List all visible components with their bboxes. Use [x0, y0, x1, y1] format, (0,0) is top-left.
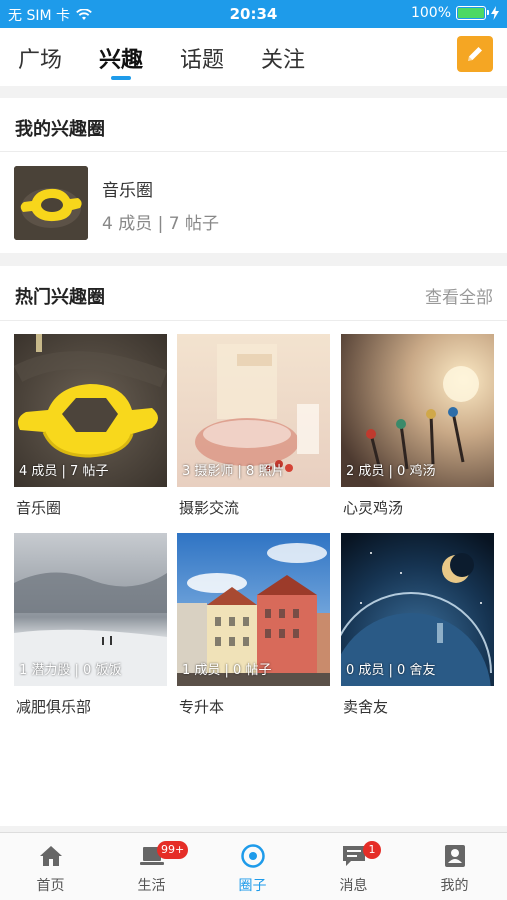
bottom-tab-bar: 首页 99+ 生活 圈子 1 消息 我的 — [0, 832, 507, 900]
profile-icon — [445, 845, 465, 867]
divider — [0, 320, 507, 321]
battery-icon — [456, 6, 489, 20]
compose-button[interactable] — [457, 36, 493, 72]
bottom-tab-label: 圈子 — [238, 878, 267, 894]
card-stats: 4 成员 | 7 帖子 — [19, 464, 109, 479]
card-stats: 3 摄影师 | 8 照片 — [182, 464, 285, 479]
my-circle-stats: 4 成员 | 7 帖子 — [102, 214, 219, 234]
charging-icon — [491, 6, 499, 20]
card-name: 音乐圈 — [16, 499, 62, 517]
bottom-tab-circles[interactable]: 圈子 — [202, 833, 303, 900]
card-name: 卖舍友 — [343, 698, 389, 716]
bottom-tab-label: 我的 — [440, 878, 469, 894]
hot-circles-title: 热门兴趣圈 — [15, 287, 105, 308]
tab-square[interactable]: 广场 — [18, 42, 62, 74]
bottom-tab-messages[interactable]: 1 消息 — [303, 833, 404, 900]
music-circle-image — [14, 166, 88, 240]
card-stats: 1 成员 | 0 帖子 — [182, 663, 272, 678]
view-all-link[interactable]: 查看全部 — [425, 283, 493, 308]
top-tab-bar: 广场 兴趣 话题 关注 — [0, 28, 507, 86]
bottom-tab-life[interactable]: 99+ 生活 — [101, 833, 202, 900]
tab-topic[interactable]: 话题 — [180, 42, 224, 74]
status-right: 100% — [411, 5, 499, 21]
card-name: 减肥俱乐部 — [16, 698, 92, 716]
status-bar: 无 SIM 卡 20:34 100% — [0, 0, 507, 28]
bottom-tab-label: 首页 — [36, 878, 65, 894]
card-stats: 2 成员 | 0 鸡汤 — [346, 464, 436, 479]
card-name: 心灵鸡汤 — [343, 499, 404, 517]
notification-badge: 1 — [363, 841, 381, 859]
bottom-tab-label: 消息 — [339, 878, 368, 894]
active-tab-indicator — [111, 76, 131, 80]
my-circle-name[interactable]: 音乐圈 — [102, 176, 153, 201]
bottom-tab-label: 生活 — [137, 878, 166, 894]
my-circle-thumbnail[interactable] — [14, 166, 88, 240]
divider — [0, 151, 507, 152]
circle-target-icon — [241, 844, 265, 868]
card-stats: 1 潜力股 | 0 饭饭 — [19, 663, 122, 678]
my-circles-title: 我的兴趣圈 — [15, 119, 105, 140]
card-name: 摄影交流 — [179, 499, 240, 517]
bottom-tab-profile[interactable]: 我的 — [404, 833, 505, 900]
card-name: 专升本 — [179, 698, 225, 716]
tab-interest[interactable]: 兴趣 — [99, 42, 143, 74]
home-icon — [40, 846, 62, 866]
pencil-icon — [468, 47, 482, 61]
tab-follow[interactable]: 关注 — [261, 42, 305, 74]
bottom-tab-home[interactable]: 首页 — [0, 833, 101, 900]
notification-badge: 99+ — [157, 841, 189, 859]
battery-percent: 100% — [410, 5, 451, 21]
card-stats: 0 成员 | 0 舍友 — [346, 663, 436, 678]
battery-fill — [458, 8, 484, 18]
